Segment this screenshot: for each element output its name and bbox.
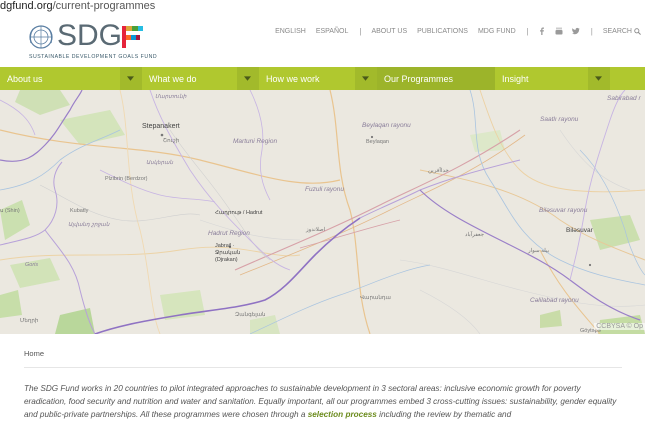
nav-what-we-do[interactable]: What we do [142,67,259,90]
chevron-down-icon [244,76,251,81]
breadcrumb: Home [24,349,44,358]
nav-how-we-work-label: How we work [266,73,320,84]
divider [24,367,622,368]
chevron-down-icon [362,76,369,81]
mdg-fund-link[interactable]: MDG FUND [478,28,516,35]
map-label: Fuzuli rayonu [305,186,345,193]
map-label: اصلاندوز [306,227,326,233]
nav-separator: | [359,26,362,36]
chevron-down-icon [127,76,134,81]
programmes-map[interactable]: Մարտունի Stepanakert Շուշի Martuni Regio… [0,90,645,334]
map-label: Ալվանդ շրջան [68,222,110,228]
lang-espanol-link[interactable]: ESPAÑOL [316,28,349,35]
site-logo[interactable]: SDG SUSTAINABLE DEVELOPMENT GOALS FUND [27,19,157,61]
sdg-f-logo-icon [122,26,143,48]
nav-separator: | [526,26,529,36]
map-label: Շուշի [163,138,180,144]
logo-wordmark: SDG [57,19,123,52]
nav-how-we-work[interactable]: How we work [259,67,377,90]
map-label: Ասկերան [146,160,174,166]
map-label: Kubatly [70,208,89,214]
map-label: بیله سوار [528,248,550,254]
nav-insight-label: Insight [502,73,529,84]
map-label: Martuni Region [233,138,278,145]
about-us-link[interactable]: ABOUT US [371,28,407,35]
map-label: Cəlilabad rayonu [530,297,579,304]
nav-separator: | [590,26,593,36]
map-label: Մարտունի [155,94,187,100]
map-label: Goris [25,262,39,268]
nav-our-programmes[interactable]: Our Programmes [377,67,495,90]
youtube-icon[interactable] [555,27,563,35]
breadcrumb-home-link[interactable]: Home [24,349,44,358]
un-emblem-icon [29,25,53,49]
nav-our-programmes-label: Our Programmes [384,73,454,84]
logo-tagline: SUSTAINABLE DEVELOPMENT GOALS FUND [29,54,158,60]
nav-what-we-do-dropdown[interactable] [237,67,259,90]
url-path: /current-programmes [52,0,156,12]
map-label: Hadrut Region [208,230,250,237]
nav-about-us[interactable]: About us [0,67,142,90]
map-label: Վարանդա [360,295,391,301]
map-label: Sabirabad r [607,95,641,102]
map-label: ս (Shin) [0,208,20,214]
lang-english-link[interactable]: ENGLISH [275,28,306,35]
nav-insight[interactable]: Insight [495,67,610,90]
map-label: Biləsuvar [566,227,593,234]
nav-insight-dropdown[interactable] [588,67,610,90]
chevron-down-icon [595,76,602,81]
selection-process-link[interactable]: selection process [308,410,377,419]
intro-paragraph: The SDG Fund works in 20 countries to pi… [24,383,624,421]
map-label: Beylaqan rayonu [362,122,411,129]
search-label: SEARCH [602,27,632,35]
nav-about-us-label: About us [7,73,43,84]
search-icon [634,27,641,35]
twitter-icon[interactable] [571,27,580,35]
map-label: Հադրութ / Hadrut [215,210,263,216]
nav-how-we-work-dropdown[interactable] [355,67,377,90]
map-label: Stepanakert [142,123,180,130]
search-button[interactable]: SEARCH [603,28,641,35]
map-attribution[interactable]: CCBYSA © Op [594,323,645,330]
nav-what-we-do-label: What we do [149,73,197,84]
map-label: Մեղրի [20,318,39,324]
top-utility-nav: ENGLISH ESPAÑOL | ABOUT US PUBLICATIONS … [265,25,641,37]
nav-about-us-dropdown[interactable] [120,67,142,90]
map-label: Saatlı rayonu [540,116,579,123]
map-label: Biləsuvar rayonu [539,207,588,214]
publications-link[interactable]: PUBLICATIONS [417,28,468,35]
map-label: Զանգելան [235,312,266,318]
map-label: خداآفرین [428,168,449,174]
intro-text-continued: including the review by thematic and [376,409,512,419]
site-header: SDG SUSTAINABLE DEVELOPMENT GOALS FUND E… [0,13,645,67]
nav-filler [610,67,645,90]
map-label: Jabrail · Ջրական (Djrakan) [215,243,241,263]
address-bar[interactable]: dgfund.org/current-programmes [0,0,645,13]
url-domain: dgfund.org [0,0,53,12]
main-nav: About us What we do How we work Our Prog… [0,67,645,90]
map-label: جعفرآباد [465,232,485,238]
facebook-icon[interactable] [538,27,546,35]
map-label: Beylaqan [366,139,389,145]
map-label: Plzibrin (Berdzor) [105,176,148,182]
